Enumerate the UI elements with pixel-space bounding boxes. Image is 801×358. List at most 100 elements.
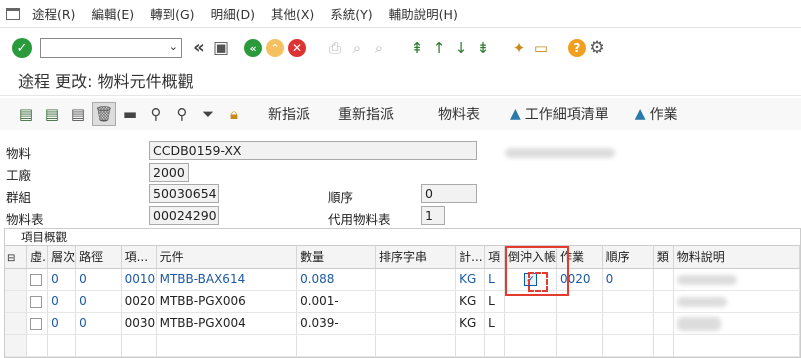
settings-gear-icon[interactable]: ⚙ <box>586 37 608 59</box>
empty-cell <box>653 334 674 357</box>
lock-icon[interactable]: 🔒︎ <box>222 102 246 126</box>
table-header-row: ⊟ 虛. 層次 路徑 項... 元件 數量 排序字串 計... 項 倒沖入帳 作… <box>5 246 801 269</box>
menu-system[interactable]: 系統(Y) <box>330 4 372 23</box>
alternative-bom-label: 代用物料表 <box>328 212 391 227</box>
type-cell <box>653 290 674 313</box>
find-next-icon: ⌕ <box>374 38 384 57</box>
column-header[interactable]: 項 <box>484 246 505 269</box>
phantom-checkbox[interactable] <box>30 273 43 286</box>
shortcut-icon[interactable]: ▭ <box>530 37 552 59</box>
menu-extras[interactable]: 其他(X) <box>271 4 314 23</box>
sort-string-cell <box>375 312 457 335</box>
column-header[interactable]: 物料說明 <box>673 246 801 269</box>
component-cell: MTBB-PGX006 <box>156 290 298 313</box>
menu-details[interactable]: 明細(D) <box>211 4 255 23</box>
menu-edit[interactable]: 編輯(E) <box>91 4 134 23</box>
table-row[interactable]: 0 0 0030 MTBB-PGX004 0.039- KG L <box>5 312 801 335</box>
row-selector[interactable] <box>5 290 28 313</box>
focus-indicator <box>528 272 548 292</box>
item-overview-grid: 項目概觀 ⊟ 虛. 層次 路徑 項... 元件 數量 排序字串 計... 項 倒… <box>4 228 801 358</box>
column-header[interactable]: 排序字串 <box>375 246 457 269</box>
column-header[interactable]: 項... <box>121 246 157 269</box>
row-selector-header[interactable]: ⊟ <box>5 246 28 269</box>
table-settings-icon[interactable]: ⊟ <box>7 253 15 264</box>
select-all-icon[interactable]: ▤ <box>14 102 38 126</box>
create-session-icon[interactable]: ✦ <box>508 37 530 59</box>
select-block-icon[interactable]: ▤ <box>40 102 64 126</box>
column-header[interactable]: 類 <box>653 246 674 269</box>
previous-page-icon[interactable]: ↑ <box>428 37 450 59</box>
filter-icon[interactable]: ⏷ <box>196 102 220 126</box>
item-cell: 0030 <box>121 312 157 335</box>
empty-cell <box>556 334 603 357</box>
blurred-description <box>676 275 737 285</box>
row-selector[interactable] <box>5 312 28 335</box>
binoculars-icon[interactable]: ⚲ <box>144 102 168 126</box>
blurred-description <box>676 297 727 307</box>
unit-cell: KG <box>455 312 486 335</box>
header-area: 物料 CCDB0159-XX 工廠 2000 群組 50030654 順序 0 … <box>0 132 801 228</box>
sequence-field: 0 <box>421 184 477 203</box>
column-header[interactable]: 層次 <box>47 246 77 269</box>
empty-cell <box>47 334 77 357</box>
row-selector[interactable] <box>5 268 28 291</box>
table-row[interactable]: 0 0 0010 MTBB-BAX614 0.088 KG L ✓ 0020 0 <box>5 268 801 291</box>
enter-icon[interactable]: ✓ <box>12 38 32 58</box>
quantity-cell: 0.088 <box>296 268 376 291</box>
menu-routing[interactable]: 途程(R) <box>32 4 75 23</box>
cancel-icon[interactable]: ✕ <box>288 39 306 57</box>
bom-button[interactable]: 物料表 <box>438 104 480 124</box>
quantity-cell: 0.039- <box>296 312 376 335</box>
menu-goto[interactable]: 轉到(G) <box>150 4 194 23</box>
component-table: ⊟ 虛. 層次 路徑 項... 元件 數量 排序字串 計... 項 倒沖入帳 作… <box>5 246 801 357</box>
group-field: 50030654 <box>149 184 219 203</box>
exit-icon[interactable]: ⌃ <box>266 39 284 57</box>
next-page-icon[interactable]: ↓ <box>450 37 472 59</box>
column-header[interactable]: 計... <box>455 246 486 269</box>
column-header[interactable]: 路徑 <box>75 246 122 269</box>
phantom-checkbox-cell[interactable] <box>26 290 49 313</box>
phantom-checkbox-cell[interactable] <box>26 312 49 335</box>
material-field: CCDB0159-XX <box>149 141 477 160</box>
new-assignment-button[interactable]: 新指派 <box>268 104 310 124</box>
path-cell: 0 <box>75 290 122 313</box>
empty-cell <box>375 334 457 357</box>
double-chevron-left-icon[interactable]: « <box>188 37 210 59</box>
phantom-checkbox[interactable] <box>30 295 43 308</box>
empty-cell <box>26 334 49 357</box>
item-category-cell: L <box>484 290 505 313</box>
phantom-checkbox[interactable] <box>30 317 43 330</box>
material-description-cell <box>673 268 801 291</box>
collapse-icon[interactable]: ▬ <box>118 102 142 126</box>
menu-help[interactable]: 輔助說明(H) <box>389 4 458 23</box>
save-icon[interactable]: ▣ <box>210 37 232 59</box>
deselect-all-icon[interactable]: ▤ <box>66 102 90 126</box>
delete-icon[interactable]: 🗑 <box>92 102 116 126</box>
mountain-icon: ▲ <box>634 106 646 122</box>
quantity-cell: 0.001- <box>296 290 376 313</box>
column-header[interactable]: 虛. <box>26 246 49 269</box>
first-page-icon[interactable]: ⇞ <box>406 37 428 59</box>
sequence-cell <box>602 312 654 335</box>
column-header[interactable]: 元件 <box>156 246 298 269</box>
standard-toolbar: ✓ ⌄ « ▣ « ⌃ ✕ ⎙ ⌕ ⌕ ⇞ ↑ ↓ ⇟ ✦ ▭ ? ⚙ <box>0 29 801 67</box>
operations-list-button[interactable]: ▲ 工作細項清單 <box>510 104 609 124</box>
material-description-cell <box>673 312 801 335</box>
chevron-down-icon[interactable]: ⌄ <box>169 40 178 53</box>
back-icon[interactable]: « <box>244 39 262 57</box>
backflush-cell[interactable] <box>504 312 557 335</box>
column-header[interactable]: 數量 <box>296 246 376 269</box>
find-next-icon[interactable]: ⚲ <box>170 102 194 126</box>
help-icon[interactable]: ? <box>568 39 586 57</box>
reassign-button[interactable]: 重新指派 <box>338 104 394 124</box>
operation-button[interactable]: ▲ 作業 <box>635 104 678 124</box>
command-field[interactable]: ⌄ <box>40 38 182 58</box>
operation-cell <box>556 312 603 335</box>
system-menu-icon[interactable] <box>6 7 20 20</box>
last-page-icon[interactable]: ⇟ <box>472 37 494 59</box>
type-cell <box>653 268 674 291</box>
column-header[interactable]: 順序 <box>602 246 654 269</box>
application-toolbar: ▤ ▤ ▤ 🗑 ▬ ⚲ ⚲ ⏷ 🔒︎ 新指派 重新指派 物料表 ▲ 工作細項清單… <box>0 98 801 130</box>
phantom-checkbox-cell[interactable] <box>26 268 49 291</box>
table-row[interactable]: 0 0 0020 MTBB-PGX006 0.001- KG L <box>5 290 801 313</box>
